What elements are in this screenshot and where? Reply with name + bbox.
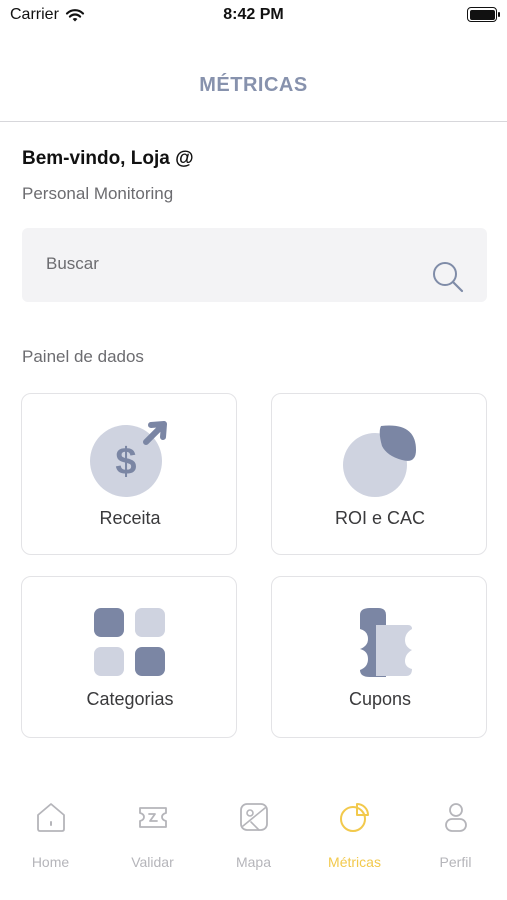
search-icon[interactable] <box>431 260 465 294</box>
battery-icon <box>467 7 500 22</box>
tab-bar: Home Validar Mapa Métricas Perfil <box>0 790 507 900</box>
search-box[interactable] <box>22 228 487 302</box>
chart-icon <box>339 803 369 832</box>
card-receita[interactable]: $ Receita <box>21 393 237 555</box>
tab-perfil[interactable]: Perfil <box>405 800 506 880</box>
navigation-header: MÉTRICAS <box>0 60 507 122</box>
tab-label: Validar <box>131 854 174 870</box>
card-label: ROI e CAC <box>334 508 426 528</box>
card-cupons[interactable]: Cupons <box>271 576 487 738</box>
card-label: Categorias <box>86 689 174 709</box>
page-title: MÉTRICAS <box>199 74 308 96</box>
status-time: 8:42 PM <box>223 6 284 23</box>
home-icon <box>36 803 65 832</box>
welcome-subtitle: Personal Monitoring <box>22 184 174 203</box>
grid-icon <box>94 608 165 676</box>
card-roi-cac[interactable]: ROI e CAC <box>271 393 487 555</box>
tab-metricas[interactable]: Métricas <box>304 800 405 880</box>
welcome-title: Bem-vindo, Loja @ <box>22 148 194 169</box>
tab-validar[interactable]: Validar <box>102 800 203 880</box>
card-categorias[interactable]: Categorias <box>21 576 237 738</box>
tab-label: Mapa <box>235 854 272 870</box>
svg-text:$: $ <box>115 441 136 483</box>
pie-chart-icon <box>343 425 416 497</box>
tab-label: Métricas <box>328 854 381 870</box>
tab-label: Home <box>31 854 70 870</box>
card-label: Receita <box>99 508 161 528</box>
search-input[interactable] <box>46 254 406 274</box>
tab-label: Perfil <box>439 854 472 870</box>
dashboard-section-label: Painel de dados <box>22 347 144 366</box>
ticket-icon <box>138 807 167 828</box>
map-icon <box>239 803 268 831</box>
status-bar: Carrier 8:42 PM <box>0 0 507 32</box>
tab-home[interactable]: Home <box>0 800 101 880</box>
tab-mapa[interactable]: Mapa <box>203 800 304 880</box>
card-label: Cupons <box>348 689 412 709</box>
coupon-icon <box>360 608 412 677</box>
dollar-growth-icon: $ <box>90 421 167 497</box>
profile-icon <box>444 803 467 832</box>
